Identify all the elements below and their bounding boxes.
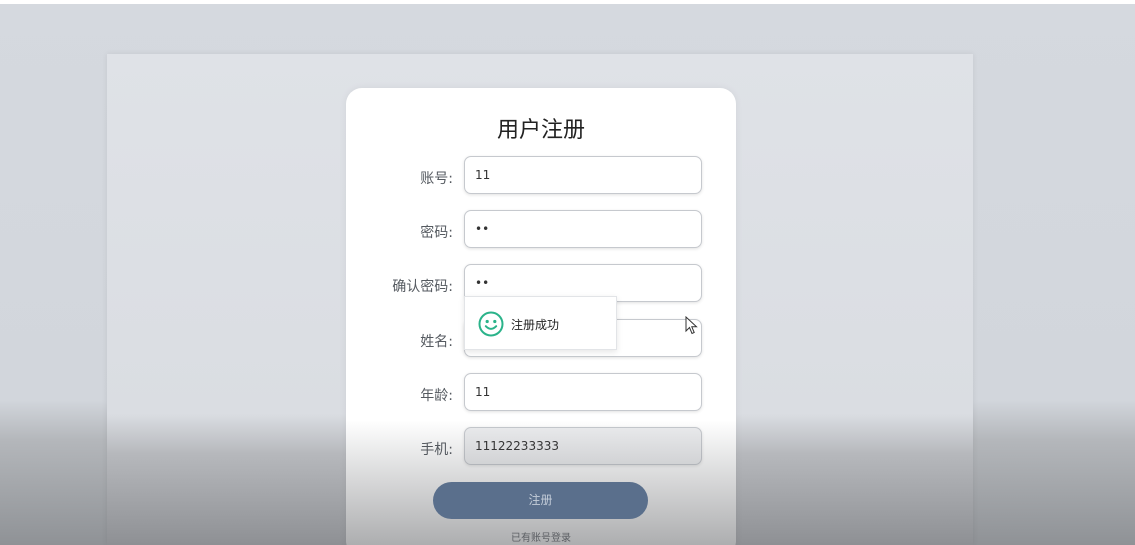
- cursor-icon: [685, 316, 698, 335]
- toast-message: 注册成功: [511, 318, 560, 332]
- phone-input[interactable]: [464, 427, 702, 465]
- login-link[interactable]: 已有账号登录: [346, 529, 736, 544]
- password-input[interactable]: [464, 210, 702, 248]
- phone-label: 手机:: [420, 442, 453, 458]
- top-edge: [0, 0, 1135, 4]
- account-label: 账号:: [420, 171, 453, 187]
- success-toast: 注册成功: [464, 296, 617, 350]
- age-input[interactable]: [464, 373, 702, 411]
- register-button[interactable]: 注册: [433, 482, 648, 519]
- confirm-password-label: 确认密码:: [392, 279, 453, 295]
- account-input[interactable]: [464, 156, 702, 194]
- age-label: 年龄:: [420, 388, 453, 404]
- password-label: 密码:: [420, 225, 453, 241]
- name-label: 姓名:: [420, 334, 453, 350]
- page-title: 用户注册: [496, 118, 585, 143]
- smile-icon: [478, 311, 504, 337]
